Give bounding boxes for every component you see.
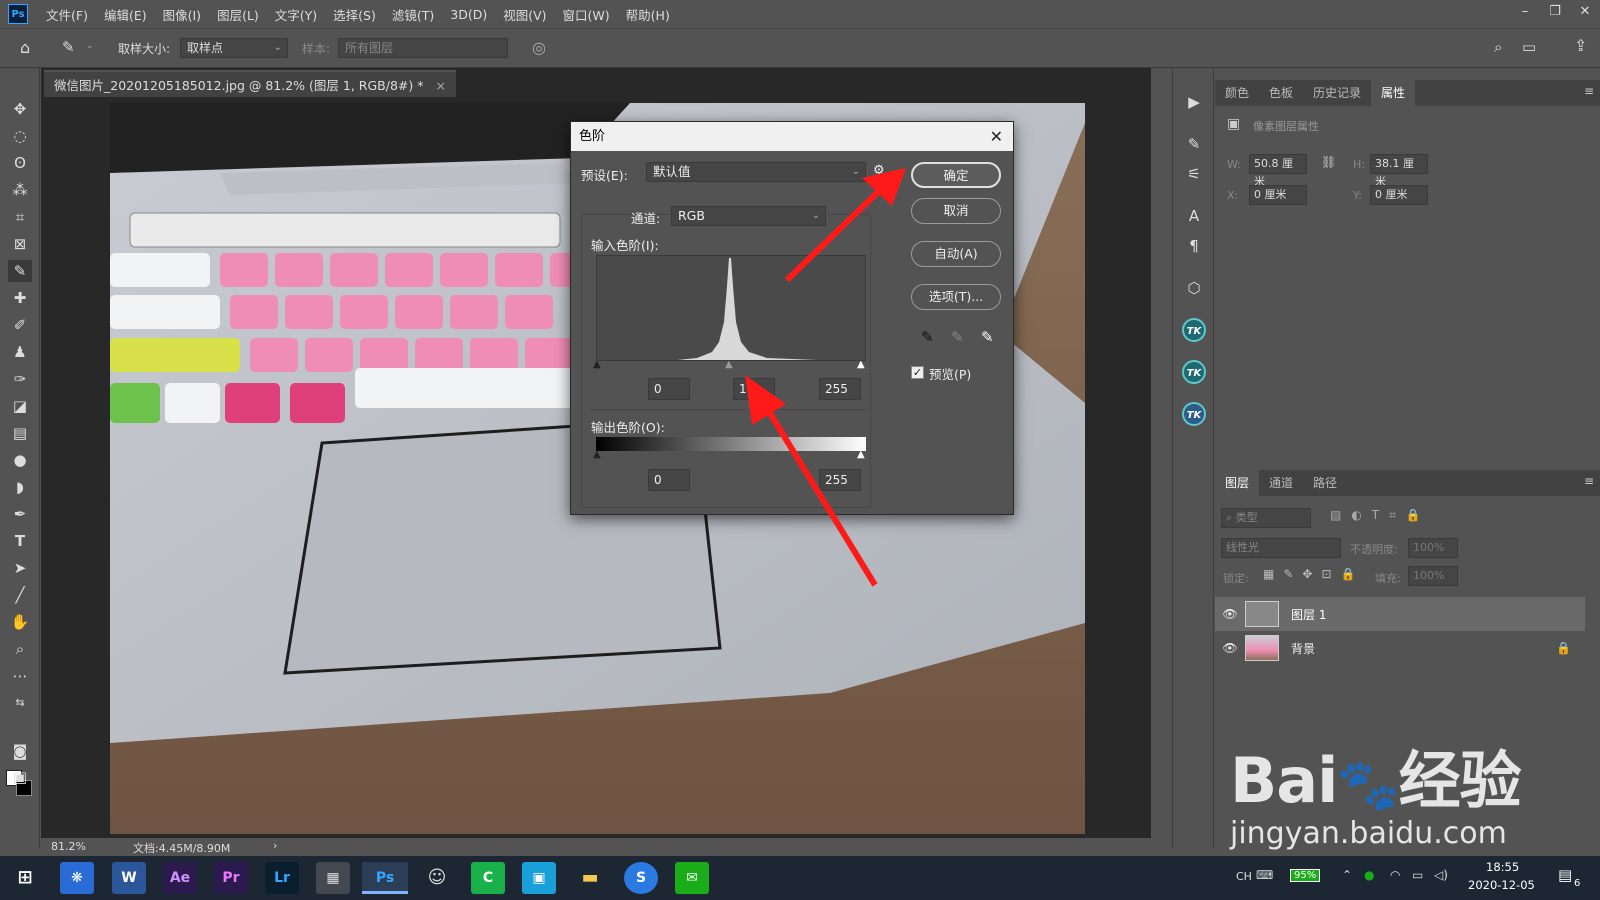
app-icon[interactable]: ▦ (316, 862, 350, 894)
app-icon[interactable]: C (471, 862, 505, 894)
y-field[interactable]: 0 厘米 (1370, 185, 1428, 205)
fill-label: 填充: (1375, 572, 1401, 585)
status-bar: 81.2% 文档:4.45M/8.90M › (41, 838, 1151, 856)
windows-start-icon[interactable]: ⊞ (8, 862, 42, 894)
tab-properties[interactable]: 属性 (1371, 80, 1416, 106)
layer-filter-placeholder: 类型 (1235, 511, 1258, 524)
fill-value: 100% (1413, 569, 1445, 582)
height-field[interactable]: 38.1 厘米 (1370, 154, 1428, 188)
tab-history[interactable]: 历史记录 (1303, 80, 1371, 106)
x-field[interactable]: 0 厘米 (1249, 185, 1307, 205)
file-explorer-icon[interactable]: ▬ (573, 862, 607, 894)
wechat-icon[interactable]: ✉ (675, 862, 709, 894)
layer-thumbnail (1245, 635, 1279, 661)
character-icon[interactable]: A (1181, 204, 1207, 228)
3d-icon[interactable]: ⬡ (1181, 276, 1207, 300)
properties-section-title: 像素图层属性 (1253, 120, 1319, 133)
lock-icons[interactable]: ▦✎✥⊡🔒 (1263, 567, 1364, 581)
blend-mode-value: 线性光 (1226, 541, 1259, 554)
clock-date[interactable]: 2020-12-05 (1468, 878, 1535, 892)
tab-paths[interactable]: 路径 (1303, 470, 1347, 496)
arrow-to-ok-line (784, 187, 883, 283)
blend-mode-select[interactable]: 线性光 (1221, 538, 1341, 558)
layer-thumbnail (1245, 601, 1279, 627)
fill-field[interactable]: 100% (1408, 566, 1458, 586)
play-action-icon[interactable]: ▶ (1181, 90, 1207, 114)
layer-row[interactable]: 👁 背景 🔒 (1215, 631, 1585, 665)
link-icon[interactable]: ⛓ (1321, 155, 1336, 169)
x-value: 0 厘米 (1254, 188, 1287, 201)
arrow-to-gamma-head (745, 375, 786, 425)
chevron-up-icon[interactable]: ⌃ (1342, 868, 1352, 882)
panel-menu-icon[interactable]: ≡ (1584, 474, 1594, 488)
volume-icon[interactable]: ◁) (1434, 868, 1448, 882)
opacity-label: 不透明度: (1350, 543, 1398, 556)
app-icon[interactable]: ▣ (522, 862, 556, 894)
adjustments-icon[interactable]: ⚟ (1181, 162, 1207, 186)
notification-count: 6 (1574, 878, 1581, 889)
opacity-value: 100% (1413, 541, 1445, 554)
layer-filter-icons[interactable]: ▨◐T⌗🔒 (1330, 508, 1431, 523)
search-icon: ⌕ (1226, 511, 1236, 524)
app-icon[interactable]: S (624, 862, 658, 894)
tk-plugin-icon[interactable]: TK (1182, 360, 1206, 384)
y-value: 0 厘米 (1375, 188, 1408, 201)
width-field[interactable]: 50.8 厘米 (1249, 154, 1307, 188)
eye-icon[interactable]: 👁 (1215, 641, 1245, 655)
ime-indicator[interactable]: CH (1236, 870, 1252, 883)
tab-layers[interactable]: 图层 (1215, 470, 1260, 496)
tk-plugin-icon[interactable]: TK (1182, 318, 1206, 342)
watermark-brand: Bai🐾经验 (1230, 744, 1522, 817)
document-size: 文档:4.45M/8.90M (133, 842, 231, 855)
tab-channels[interactable]: 通道 (1259, 470, 1303, 496)
layer-name: 背景 (1291, 641, 1316, 656)
pixel-layer-icon: ▣ (1227, 116, 1241, 132)
wifi-icon[interactable]: ◠ (1390, 868, 1400, 882)
taskbar: ⊞ ❋ W Ae Pr Lr ▦ Ps ☺ C ▣ ▬ S ✉ CH ⌨ 95%… (0, 856, 1600, 900)
arrow-to-gamma-line (762, 403, 878, 587)
tab-color[interactable]: 颜色 (1215, 80, 1259, 106)
height-label: H: (1353, 158, 1365, 171)
height-value: 38.1 厘米 (1375, 157, 1414, 188)
wechat-tray-icon[interactable]: ● (1364, 868, 1374, 882)
battery-indicator[interactable]: 95% (1290, 869, 1321, 882)
premiere-icon[interactable]: Pr (214, 862, 248, 894)
lock-icon: 🔒 (1556, 641, 1571, 655)
status-menu-arrow[interactable]: › (273, 839, 277, 852)
eye-icon[interactable]: 👁 (1215, 607, 1245, 621)
tk-plugin-icon[interactable]: TK (1182, 402, 1206, 426)
brush-settings-icon[interactable]: ✎ (1181, 132, 1207, 156)
layer-name: 图层 1 (1291, 607, 1327, 622)
layer-filter-input[interactable]: ⌕ 类型 (1221, 508, 1311, 528)
battery-icon[interactable]: ▭ (1412, 868, 1423, 882)
panel-menu-icon[interactable]: ≡ (1584, 84, 1594, 98)
app-icon[interactable]: ❋ (60, 862, 94, 894)
width-label: W: (1227, 158, 1241, 171)
properties-tabs: 颜色 色板 历史记录 属性 (1215, 80, 1600, 106)
x-label: X: (1227, 189, 1239, 202)
opacity-field[interactable]: 100% (1408, 538, 1458, 558)
keyboard-icon[interactable]: ⌨ (1256, 868, 1273, 882)
panel-icon-strip: ▶ ✎ ⚟ A ¶ ⬡ TK TK TK (1172, 68, 1214, 848)
clock-time[interactable]: 18:55 (1486, 860, 1519, 874)
layers-tabs: 图层 通道 路径 (1215, 470, 1600, 496)
word-icon[interactable]: W (112, 862, 146, 894)
after-effects-icon[interactable]: Ae (163, 862, 197, 894)
panda-app-icon[interactable]: ☺ (420, 862, 454, 894)
zoom-readout[interactable]: 81.2% (51, 840, 86, 853)
lightroom-icon[interactable]: Lr (265, 862, 299, 894)
width-value: 50.8 厘米 (1254, 157, 1293, 188)
paragraph-icon[interactable]: ¶ (1181, 234, 1207, 258)
photoshop-taskbar-icon[interactable]: Ps (362, 862, 408, 894)
watermark-url: jingyan.baidu.com (1230, 816, 1507, 851)
lock-label: 锁定: (1223, 572, 1249, 585)
notification-icon[interactable]: ▤ (1558, 866, 1572, 884)
y-label: Y: (1353, 189, 1362, 202)
baidu-watermark: Bai🐾经验 jingyan.baidu.com (1230, 730, 1522, 851)
tab-swatches[interactable]: 色板 (1259, 80, 1303, 106)
layer-row[interactable]: 👁 图层 1 (1215, 597, 1585, 631)
